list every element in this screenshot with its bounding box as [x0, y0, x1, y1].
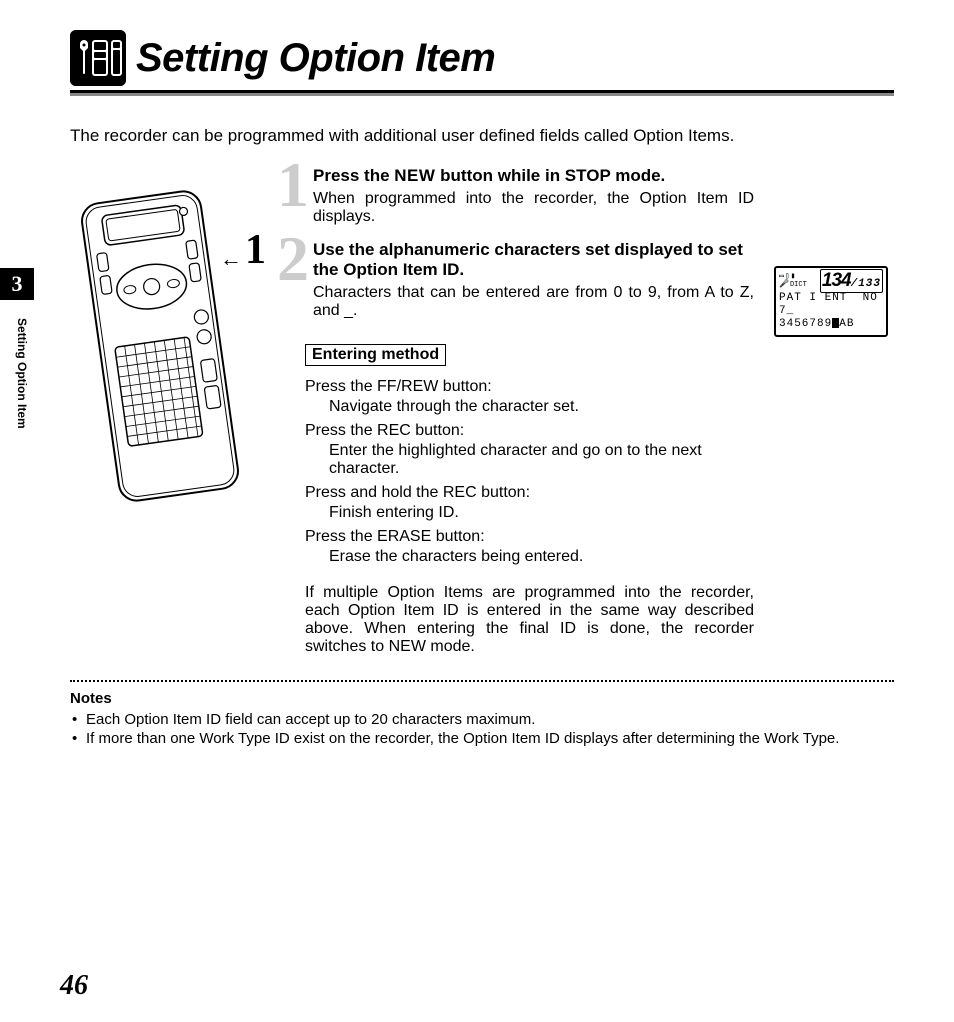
device-illustration-column: ← 1: [70, 166, 285, 656]
step-2: 2 Use the alphanumeric characters set di…: [305, 240, 754, 320]
lcd-line3-post: AB: [839, 318, 854, 330]
note-item-2: If more than one Work Type ID exist on t…: [70, 730, 894, 747]
section-tab: 3: [0, 268, 34, 300]
callout-arrow: ←: [220, 246, 242, 272]
method-4-press: Press the ERASE button:: [305, 528, 754, 546]
lcd-display: ▭▯▮🎤DICT 134/133 PAT I ENT NO 7_ 3456789…: [774, 266, 888, 337]
lcd-status-icons: ▭▯▮🎤DICT: [779, 273, 807, 289]
lcd-line3-pre: 3456789: [779, 318, 832, 330]
recorder-device-illustration: [70, 166, 250, 526]
page-title: Setting Option Item: [136, 36, 495, 81]
entering-method-block: Press the FF/REW button: Navigate throug…: [305, 378, 754, 566]
method-2-press: Press the REC button:: [305, 422, 754, 440]
step-2-body: Characters that can be entered are from …: [313, 284, 754, 320]
step-1-heading: Press the NEW button while in STOP mode.: [313, 166, 754, 186]
method-3-desc: Finish entering ID.: [329, 504, 754, 522]
lcd-line-3: 3456789 AB: [779, 318, 883, 331]
page-number: 46: [60, 970, 88, 1002]
vertical-section-label: Setting Option Item: [15, 318, 29, 429]
notes-list: Each Option Item ID field can accept up …: [70, 711, 894, 747]
step-2-heading: Use the alphanumeric characters set disp…: [313, 240, 754, 280]
dotted-separator: [70, 680, 894, 682]
final-paragraph: If multiple Option Items are programmed …: [305, 584, 754, 656]
callout-number-1: 1: [245, 226, 266, 274]
step-1-head-post: button while in STOP mode.: [435, 166, 665, 185]
step-1-body: When programmed into the recorder, the O…: [313, 190, 754, 226]
new-button-label: NEW: [394, 166, 435, 185]
method-3-press: Press and hold the REC button:: [305, 484, 754, 502]
lcd-segment-sub: /133: [851, 278, 881, 290]
note-item-1: Each Option Item ID field can accept up …: [70, 711, 894, 728]
tools-icon: [70, 30, 126, 86]
step-1: 1 Press the NEW button while in STOP mod…: [305, 166, 754, 226]
lcd-line-1: PAT I ENT NO: [779, 292, 883, 305]
lcd-dict-label: DICT: [790, 281, 807, 289]
notes-heading: Notes: [70, 690, 894, 707]
title-row: Setting Option Item: [70, 30, 894, 86]
step-1-head-pre: Press the: [313, 166, 394, 185]
lcd-segment-main: 134: [822, 270, 851, 291]
method-2-desc: Enter the highlighted character and go o…: [329, 442, 754, 478]
method-1-press: Press the FF/REW button:: [305, 378, 754, 396]
step-number-2: 2: [277, 222, 309, 296]
method-1-desc: Navigate through the character set.: [329, 398, 754, 416]
step-number-1: 1: [277, 148, 309, 222]
title-underline: [70, 90, 894, 96]
lcd-line-2: 7_: [779, 305, 883, 318]
entering-method-label: Entering method: [305, 344, 446, 366]
method-4-desc: Erase the characters being entered.: [329, 548, 754, 566]
intro-text: The recorder can be programmed with addi…: [70, 126, 894, 146]
